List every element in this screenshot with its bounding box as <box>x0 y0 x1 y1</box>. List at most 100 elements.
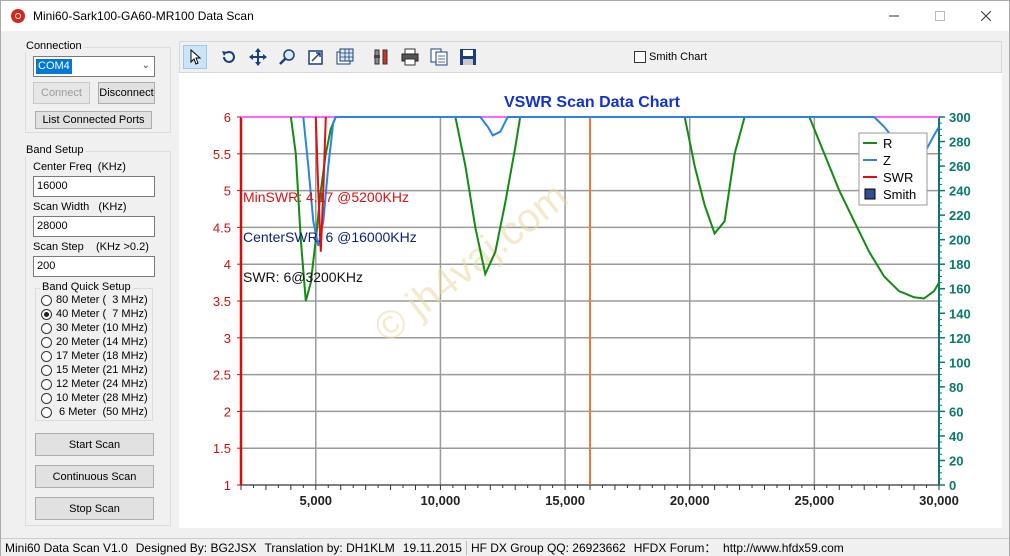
band-radio-80m[interactable]: 80 Meter ( 3 MHz) <box>41 293 148 307</box>
connection-group-label: Connection <box>24 40 84 52</box>
y-left-tick-label: 1 <box>224 478 231 493</box>
data-table-icon <box>336 48 354 65</box>
radio-button[interactable] <box>41 406 52 418</box>
y-right-tick-label: 20 <box>949 453 963 468</box>
legend-label: Z <box>883 153 891 168</box>
data-table-tool-button[interactable] <box>333 45 357 69</box>
center-freq-input[interactable]: 16000 <box>33 176 155 197</box>
y-right-tick-label: 40 <box>949 429 963 444</box>
band-radio-6m[interactable]: 6 Meter (50 MHz) <box>41 405 148 419</box>
radio-button[interactable] <box>41 364 52 376</box>
copy-tool-button[interactable] <box>427 45 451 69</box>
y-right-tick-label: 80 <box>949 380 963 395</box>
x-tick-label: 5,000 <box>300 493 333 508</box>
port-select[interactable]: COM4 ⌄ <box>33 56 155 77</box>
band-radio-20m[interactable]: 20 Meter (14 MHz) <box>41 335 148 349</box>
print-tool-button[interactable] <box>398 45 422 69</box>
undo-icon <box>222 51 235 63</box>
y-right-tick-label: 240 <box>949 184 971 199</box>
band-radio-15m[interactable]: 15 Meter (21 MHz) <box>41 363 148 377</box>
radio-button[interactable] <box>41 294 52 306</box>
y-left-tick-label: 5.5 <box>213 147 231 162</box>
smith-chart-checkbox-box[interactable] <box>634 51 646 63</box>
y-left-tick-label: 5 <box>224 184 231 199</box>
stop-scan-button[interactable]: Stop Scan <box>35 497 154 520</box>
zoom-tool-button[interactable] <box>276 45 300 69</box>
y-right-tick-label: 180 <box>949 257 971 272</box>
status-bar: Mini60 Data Scan V1.0 Designed By: BG2JS… <box>1 538 1009 556</box>
port-select-value: COM4 <box>36 59 72 74</box>
band-radio-30m[interactable]: 30 Meter (10 MHz) <box>41 321 148 335</box>
pointer-tool-button[interactable] <box>183 45 207 69</box>
pointer-icon <box>190 49 202 65</box>
smith-chart-checkbox[interactable]: Smith Chart <box>634 51 707 63</box>
save-icon <box>460 49 476 65</box>
zoom-fit-tool-button[interactable] <box>304 45 328 69</box>
close-button[interactable] <box>963 1 1009 31</box>
y-left-tick-label: 2.5 <box>213 368 231 383</box>
y-right-tick-label: 260 <box>949 159 971 174</box>
band-radio-40m[interactable]: 40 Meter ( 7 MHz) <box>41 307 148 321</box>
y-right-tick-label: 140 <box>949 306 971 321</box>
save-tool-button[interactable] <box>456 45 480 69</box>
y-right-tick-label: 0 <box>949 478 956 493</box>
title-bar: Mini60-Sark100-GA60-MR100 Data Scan <box>1 1 1009 31</box>
y-right-tick-label: 220 <box>949 208 971 223</box>
y-right-tick-label: 100 <box>949 355 971 370</box>
band-radio-10m[interactable]: 10 Meter (28 MHz) <box>41 391 148 405</box>
chevron-down-icon: ⌄ <box>141 60 150 71</box>
settings-tool-button[interactable] <box>369 45 393 69</box>
band-setup-group-label: Band Setup <box>24 144 86 156</box>
band-radio-12m[interactable]: 12 Meter (24 MHz) <box>41 377 148 391</box>
x-tick-label: 25,000 <box>794 493 834 508</box>
minimize-button[interactable] <box>871 1 917 31</box>
radio-button[interactable] <box>41 308 52 320</box>
continuous-scan-button[interactable]: Continuous Scan <box>35 465 154 488</box>
app-window: Mini60-Sark100-GA60-MR100 Data Scan Conn… <box>0 0 1010 556</box>
window-title: Mini60-Sark100-GA60-MR100 Data Scan <box>33 9 254 23</box>
legend-swatch <box>864 188 876 200</box>
connect-button[interactable]: Connect <box>33 82 90 104</box>
maximize-button[interactable] <box>917 1 963 31</box>
chart-annotation: MinSWR: 4.17 @5200KHz <box>243 189 409 205</box>
status-translation: Translation by: DH1KLM <box>264 540 395 555</box>
radio-button[interactable] <box>41 336 52 348</box>
radio-button[interactable] <box>41 350 52 362</box>
start-scan-button[interactable]: Start Scan <box>35 433 154 456</box>
chart-title: VSWR Scan Data Chart <box>504 94 681 111</box>
center-freq-label: Center Freq (KHz) <box>33 161 126 173</box>
zoom-fit-icon <box>308 50 323 65</box>
y-right-tick-label: 280 <box>949 135 971 150</box>
y-right-tick-label: 300 <box>949 110 971 125</box>
y-left-tick-label: 3 <box>224 331 231 346</box>
radio-button[interactable] <box>41 392 52 404</box>
chart-panel: VSWR Scan Data Chart 1 1.5 2 2.5 3 3.5 4 4.5 5 5.5… <box>179 73 1002 528</box>
y-right-tick-label: 200 <box>949 233 971 248</box>
chart-annotation: CenterSWR: 6 @16000KHz <box>243 229 417 245</box>
scan-width-input[interactable]: 28000 <box>33 216 155 237</box>
x-tick-label: 20,000 <box>670 493 710 508</box>
minimize-icon <box>889 15 899 17</box>
band-radio-17m[interactable]: 17 Meter (18 MHz) <box>41 349 148 363</box>
status-designer: Designed By: BG2JSX <box>135 540 257 555</box>
status-group: HF DX Group QQ: 26923662 <box>470 540 626 555</box>
vswr-chart[interactable]: VSWR Scan Data Chart 1 1.5 2 2.5 3 3.5 4 4.5 5 5.5… <box>179 73 1002 528</box>
list-ports-button[interactable]: List Connected Ports <box>35 111 152 129</box>
pan-icon <box>249 48 267 66</box>
y-left-tick-label: 1.5 <box>213 441 231 456</box>
zoom-icon <box>279 49 295 65</box>
chart-toolbar: Smith Chart <box>179 41 1002 73</box>
maximize-icon <box>935 11 945 21</box>
app-icon <box>11 9 25 23</box>
legend-label: Smith <box>883 187 916 202</box>
chart-annotation: SWR: 6@3200KHz <box>243 269 363 285</box>
y-left-tick-label: 4 <box>224 257 231 272</box>
radio-button[interactable] <box>41 378 52 390</box>
disconnect-button[interactable]: Disconnect <box>98 82 155 104</box>
radio-button[interactable] <box>41 322 52 334</box>
pan-tool-button[interactable] <box>246 45 270 69</box>
x-tick-label: 15,000 <box>545 493 585 508</box>
y-right-tick-label: 160 <box>949 282 971 297</box>
undo-tool-button[interactable] <box>217 45 241 69</box>
scan-step-input[interactable]: 200 <box>33 256 155 277</box>
